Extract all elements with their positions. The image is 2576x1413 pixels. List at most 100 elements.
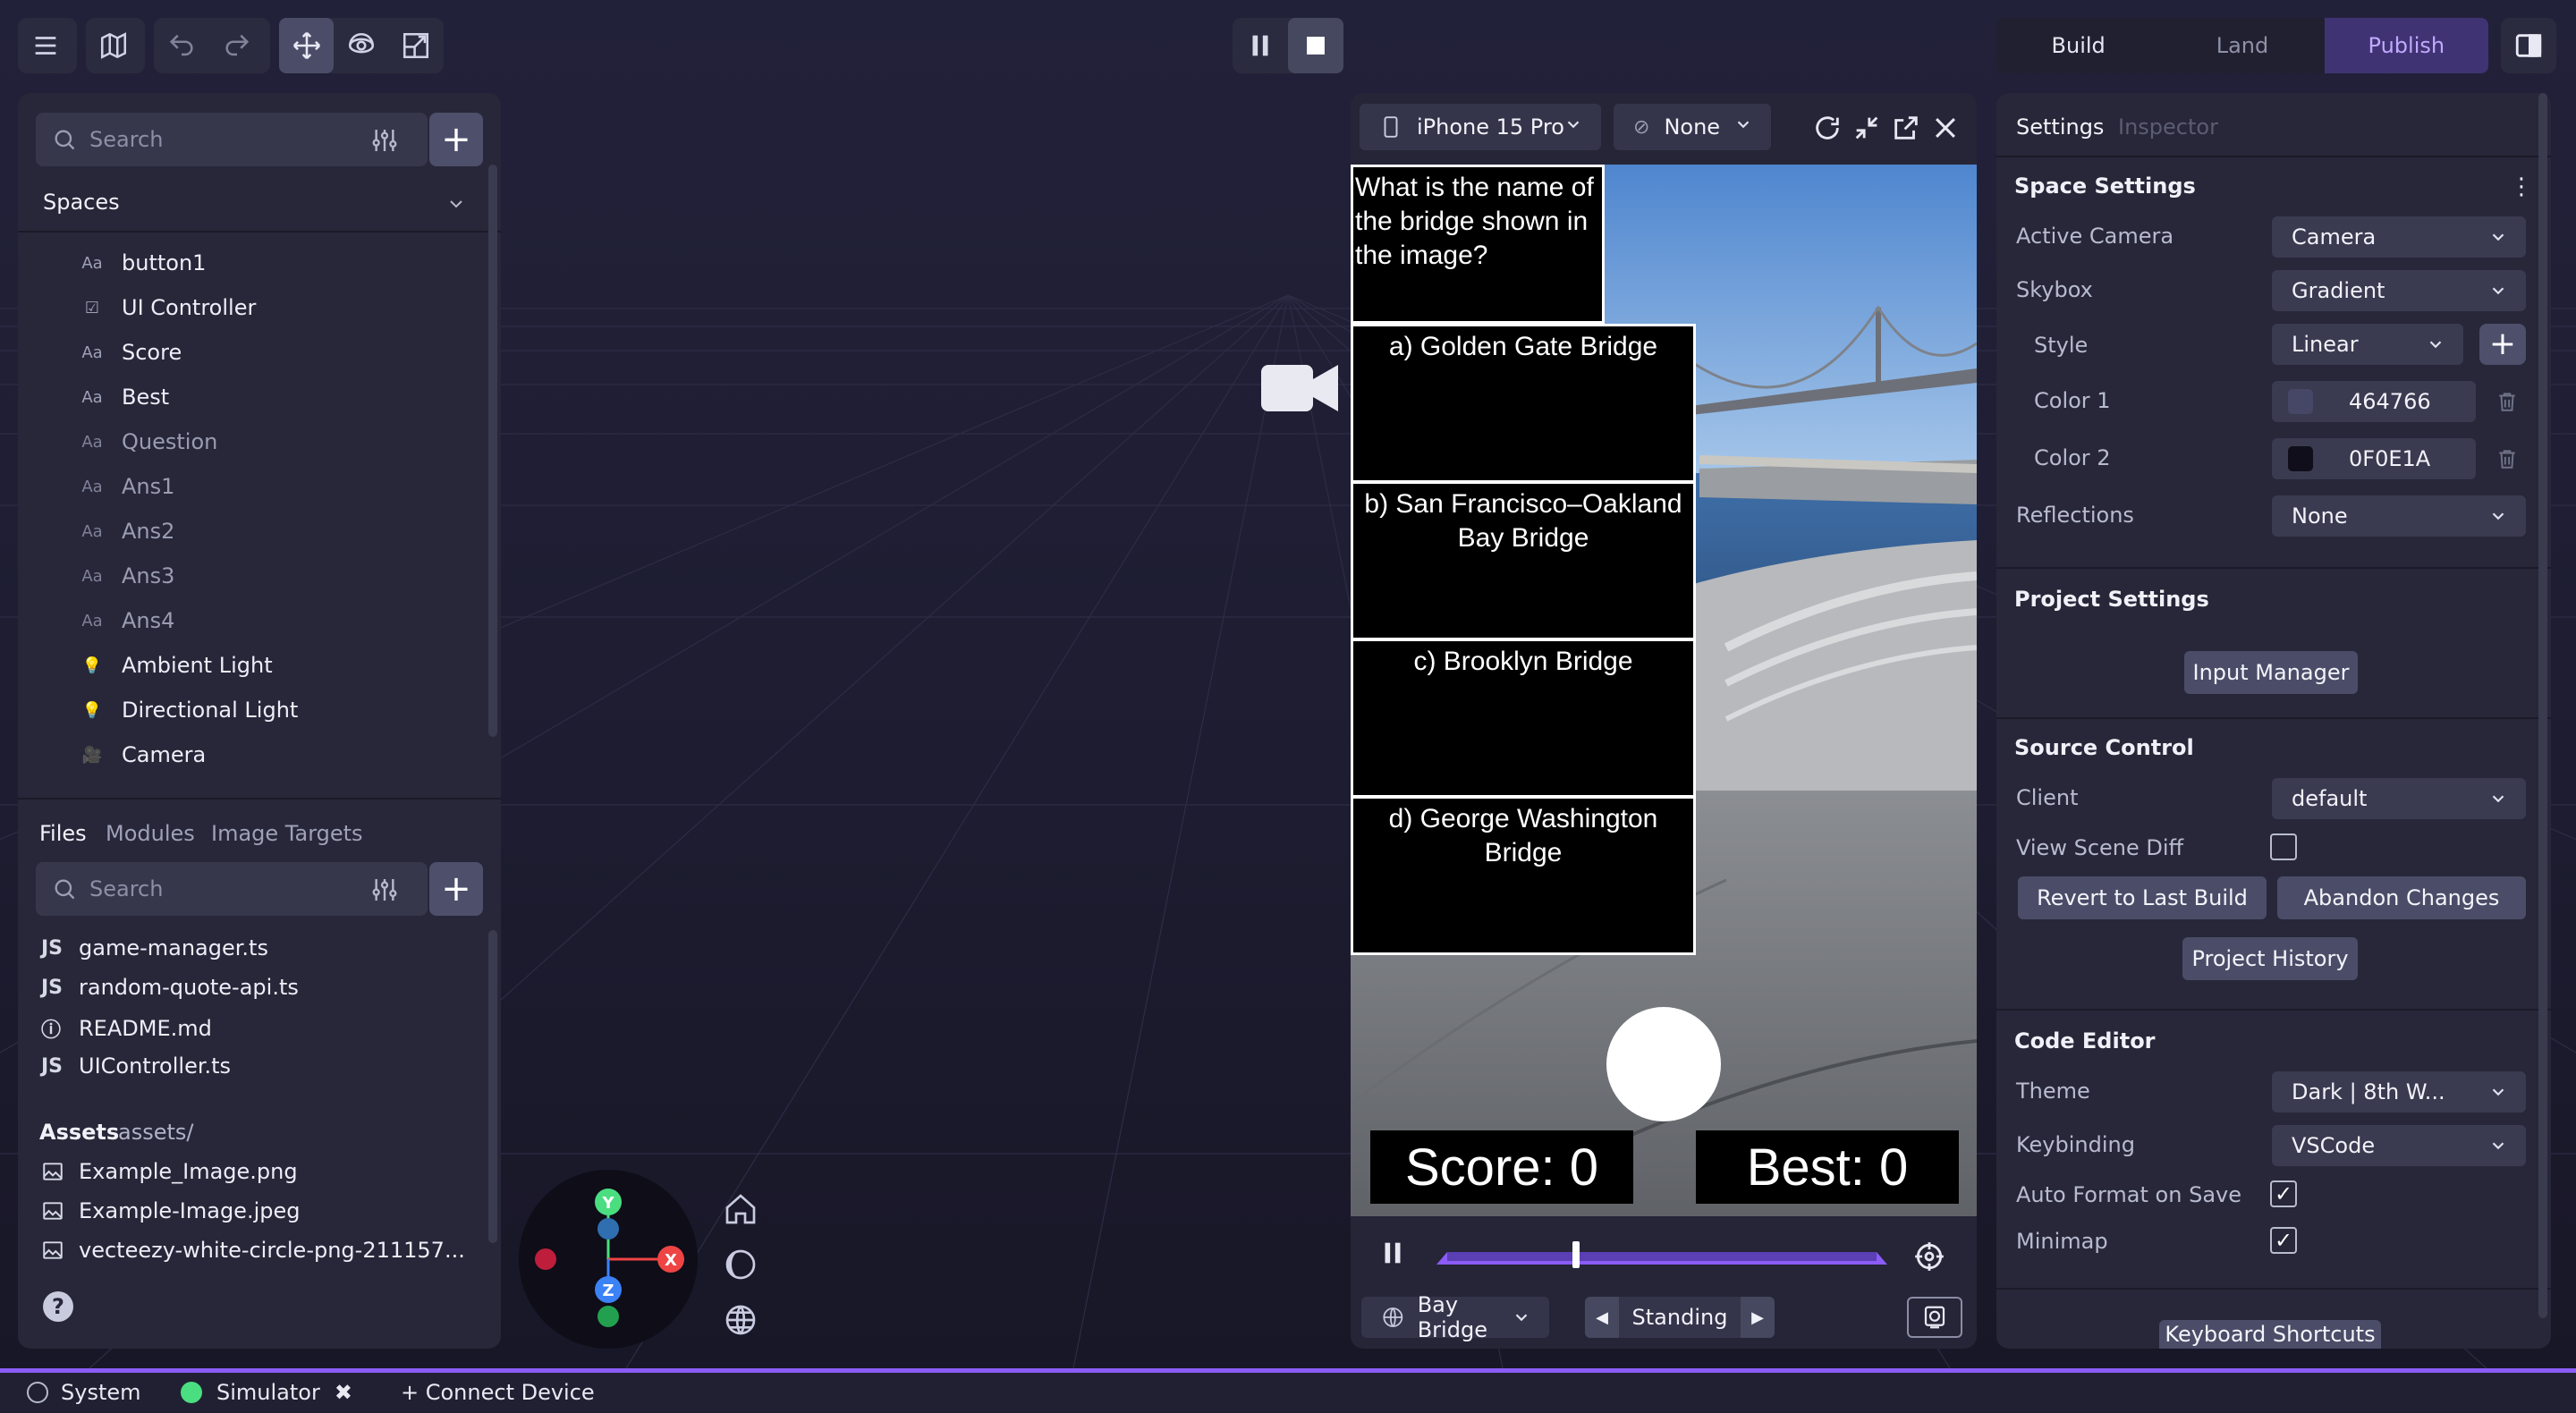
input-manager-button[interactable]: Input Manager — [2184, 651, 2358, 694]
file-item[interactable]: JS random-quote-api.ts — [41, 975, 299, 1000]
hierarchy-item[interactable]: 🎥 Camera — [77, 737, 206, 773]
undo-icon[interactable] — [154, 18, 209, 73]
tab-build[interactable]: Build — [1996, 18, 2160, 73]
connect-device-button[interactable]: + Connect Device — [401, 1380, 595, 1405]
reflections-select[interactable]: None — [2272, 495, 2526, 537]
pose-next-button[interactable]: ▶ — [1740, 1297, 1775, 1338]
sim-pause-icon[interactable] — [1377, 1238, 1408, 1273]
keybinding-select[interactable]: VSCode — [2272, 1125, 2526, 1166]
hierarchy-item[interactable]: Aa Score — [77, 334, 182, 370]
close-icon[interactable]: ✖ — [335, 1380, 352, 1405]
answer-button-3[interactable]: c) Brooklyn Bridge — [1351, 639, 1696, 798]
keyboard-shortcuts-button[interactable]: Keyboard Shortcuts — [2159, 1320, 2381, 1349]
project-history-button[interactable]: Project History — [2182, 937, 2358, 980]
tab-image-targets[interactable]: Image Targets — [211, 821, 363, 846]
popout-icon[interactable] — [1891, 113, 1921, 143]
file-item[interactable]: ⓘ README.md — [41, 1014, 212, 1043]
map-icon[interactable] — [86, 18, 141, 73]
trash-icon[interactable] — [2496, 390, 2519, 413]
scale-icon[interactable] — [389, 18, 444, 73]
device-select[interactable]: iPhone 15 Pro — [1360, 104, 1601, 150]
hierarchy-item[interactable]: Aa Ans2 — [77, 513, 174, 549]
answer-button-1[interactable]: a) Golden Gate Bridge — [1351, 324, 1696, 483]
filter-icon[interactable] — [370, 876, 399, 904]
tab-land[interactable]: Land — [2160, 18, 2324, 73]
timeline-scrubber[interactable] — [1572, 1241, 1580, 1268]
tab-modules[interactable]: Modules — [106, 821, 195, 846]
sim-timeline[interactable] — [1436, 1241, 1887, 1268]
hierarchy-item[interactable]: Aa button1 — [77, 245, 206, 281]
sidebar-toggle-icon[interactable] — [2501, 18, 2556, 73]
settings-scrollbar[interactable] — [2538, 93, 2547, 1318]
tab-publish[interactable]: Publish — [2324, 18, 2488, 73]
scene-camera-icon[interactable] — [1261, 363, 1338, 413]
answer-button-4[interactable]: d) George Washington Bridge — [1351, 796, 1696, 955]
home-view-icon[interactable] — [723, 1191, 762, 1231]
minimap-checkbox[interactable]: ✓ — [2270, 1227, 2297, 1254]
reload-icon[interactable] — [1812, 113, 1843, 143]
capture-button[interactable] — [1606, 1007, 1721, 1121]
theme-select[interactable]: Dark | 8th W... — [2272, 1071, 2526, 1113]
system-status[interactable]: System — [27, 1380, 141, 1405]
revert-button[interactable]: Revert to Last Build — [2018, 876, 2267, 919]
lighting-toggle-icon[interactable] — [723, 1247, 762, 1286]
add-file-button[interactable]: + — [429, 862, 483, 916]
style-select[interactable]: Linear — [2272, 324, 2463, 365]
hierarchy-scrollbar[interactable] — [488, 165, 497, 737]
color1-input[interactable]: 464766 — [2272, 381, 2476, 422]
asset-item[interactable]: vecteezy-white-circle-png-211157... — [41, 1238, 465, 1263]
redo-icon[interactable] — [209, 18, 265, 73]
hierarchy-item[interactable]: Aa Question — [77, 424, 217, 460]
close-icon[interactable] — [1930, 113, 1961, 143]
pause-icon[interactable] — [1233, 18, 1288, 73]
hierarchy-item[interactable]: Aa Ans4 — [77, 603, 174, 639]
files-scrollbar[interactable] — [488, 930, 497, 1243]
hierarchy-item[interactable]: Aa Ans3 — [77, 558, 174, 594]
skybox-select[interactable]: Gradient — [2272, 270, 2526, 311]
camera-feed-button[interactable] — [1907, 1297, 1962, 1338]
orientation-gizmo[interactable]: Y X Z — [519, 1170, 698, 1349]
view-scene-diff-checkbox[interactable] — [2270, 833, 2297, 860]
add-gradient-stop-button[interactable]: + — [2479, 324, 2526, 365]
hierarchy-item[interactable]: Aa Best — [77, 379, 169, 415]
trash-icon[interactable] — [2496, 447, 2519, 470]
hierarchy-item[interactable]: ☑ UI Controller — [77, 290, 256, 326]
tab-settings[interactable]: Settings — [2016, 114, 2104, 140]
files-search-input[interactable]: Search — [36, 862, 428, 916]
collapse-icon[interactable] — [1852, 113, 1882, 143]
simulator-screen[interactable]: What is the name of the bridge shown in … — [1351, 165, 1977, 1216]
asset-item[interactable]: Example-Image.jpeg — [41, 1198, 300, 1223]
hierarchy-item[interactable]: 💡 Ambient Light — [77, 647, 273, 683]
color2-swatch[interactable] — [2288, 446, 2313, 471]
globe-view-icon[interactable] — [723, 1302, 762, 1341]
tab-inspector[interactable]: Inspector — [2118, 114, 2218, 140]
rotate-icon[interactable] — [334, 18, 388, 73]
tab-files[interactable]: Files — [39, 821, 87, 846]
file-item[interactable]: JS game-manager.ts — [41, 935, 268, 960]
add-object-button[interactable]: + — [429, 113, 483, 166]
pose-prev-button[interactable]: ◀ — [1585, 1297, 1619, 1338]
active-camera-select[interactable]: Camera — [2272, 216, 2526, 258]
hamburger-icon[interactable] — [18, 18, 73, 73]
abandon-changes-button[interactable]: Abandon Changes — [2277, 876, 2526, 919]
chevron-down-icon[interactable] — [445, 193, 467, 215]
overlay-select[interactable]: ⊘ None — [1614, 104, 1771, 150]
location-select[interactable]: Bay Bridge — [1361, 1292, 1549, 1342]
color1-swatch[interactable] — [2288, 389, 2313, 414]
simulator-status[interactable]: Simulator ✖ — [181, 1380, 352, 1405]
more-options-icon[interactable]: ⋮ — [2510, 175, 2533, 199]
hierarchy-search-input[interactable]: Search — [36, 113, 428, 166]
pose-stepper[interactable]: ◀ Standing ▶ — [1585, 1297, 1775, 1338]
stop-icon[interactable] — [1288, 18, 1343, 73]
hierarchy-item[interactable]: 💡 Directional Light — [77, 692, 299, 728]
filter-icon[interactable] — [370, 126, 399, 155]
file-item[interactable]: JS UIController.ts — [41, 1053, 231, 1079]
hierarchy-item[interactable]: Aa Ans1 — [77, 469, 174, 504]
answer-button-2[interactable]: b) San Francisco–Oakland Bay Bridge — [1351, 481, 1696, 640]
recenter-icon[interactable] — [1912, 1240, 1948, 1275]
asset-item[interactable]: Example_Image.png — [41, 1159, 298, 1184]
move-icon[interactable] — [279, 18, 335, 73]
client-select[interactable]: default — [2272, 778, 2526, 819]
color2-input[interactable]: 0F0E1A — [2272, 438, 2476, 479]
auto-format-checkbox[interactable]: ✓ — [2270, 1180, 2297, 1207]
